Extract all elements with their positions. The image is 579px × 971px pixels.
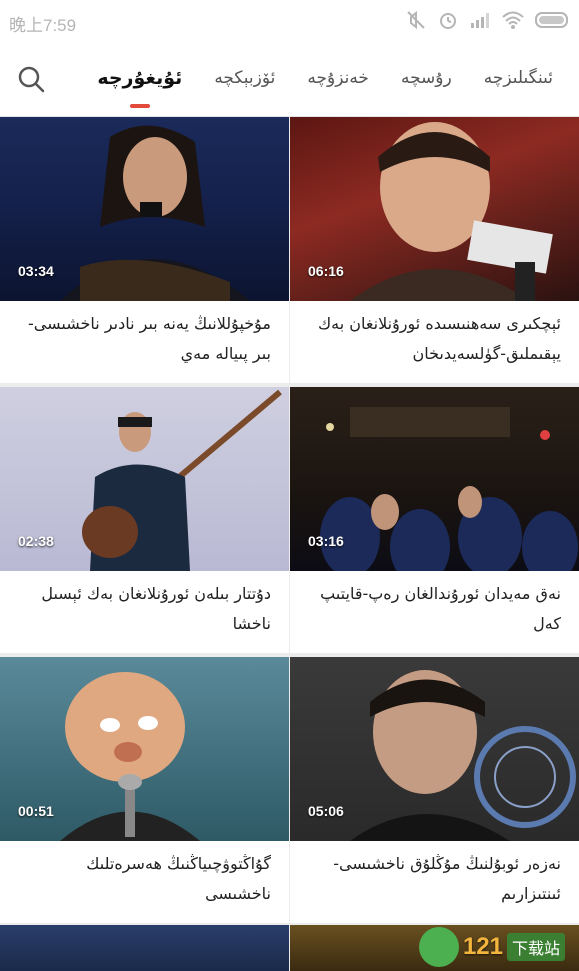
wifi-icon [501,9,525,35]
video-duration: 00:51 [18,803,54,819]
site-logo-icon [418,927,459,967]
language-tabs: ئۇيغۇرچە ئۆزبېكچە خەنزۇچە رۇسچە ئىنگىلىز… [81,62,569,108]
video-duration: 05:06 [308,803,344,819]
mute-icon [405,9,427,35]
watermark-number: 121 [462,933,503,960]
video-card[interactable]: 00:51 گۇاڭتوۋچىياڭنىڭ ھەسرەتلىك ناخشىسى [0,657,289,923]
video-thumbnail[interactable]: 03:34 [0,117,289,301]
video-thumbnail[interactable]: 06:16 [290,117,579,301]
status-bar: 晚上7:59 [0,0,579,44]
watermark: 121 下载站 [418,927,565,967]
battery-icon [535,9,571,35]
video-card[interactable]: 06:16 ئېچكىرى سەھنىسىدە ئورۇنلانغان بەك … [290,117,579,383]
video-card[interactable]: 05:06 نەزەر ئوبۇلنىڭ مۇڭلۇق ناخشىسى-ئىنت… [290,657,579,923]
tab-uzbek[interactable]: ئۆزبېكچە [198,62,291,98]
video-title[interactable]: گۇاڭتوۋچىياڭنىڭ ھەسرەتلىك ناخشىسى [16,849,271,909]
tab-chinese[interactable]: خەنزۇچە [291,62,385,98]
video-title[interactable]: مۇخپۇللانىڭ يەنە بىر نادىر ناخشىسى-بىر پ… [16,309,271,369]
watermark-site: 下载站 [506,933,565,961]
video-title[interactable]: نەق مەيدان ئورۇندالغان رەپ-قايتىپ كەل [306,579,561,639]
video-duration: 02:38 [18,533,54,549]
video-title[interactable]: دۇتتار بىلەن ئورۇنلانغان بەك ئېسىل ناخشا [16,579,271,639]
video-thumbnail[interactable]: 05:06 [290,657,579,841]
video-title[interactable]: ئېچكىرى سەھنىسىدە ئورۇنلانغان بەك يېقىمل… [306,309,561,369]
video-thumbnail[interactable]: 00:51 [0,657,289,841]
tab-russian[interactable]: رۇسچە [385,62,468,98]
partial-row: 121 下载站 [0,922,579,971]
video-thumbnail[interactable] [0,925,289,971]
video-title[interactable]: نەزەر ئوبۇلنىڭ مۇڭلۇق ناخشىسى-ئىنتىزارىم [306,849,561,909]
signal-icon [469,9,491,35]
status-time: 晚上7:59 [9,16,77,35]
video-duration: 03:16 [308,533,344,549]
alarm-icon [437,9,459,35]
status-icons [405,9,571,35]
search-icon[interactable] [16,64,46,94]
tab-english[interactable]: ئىنگىلىزچە [468,62,569,98]
tab-uyghur[interactable]: ئۇيغۇرچە [81,62,198,108]
category-tab-bar: ئۇيغۇرچە ئۆزبېكچە خەنزۇچە رۇسچە ئىنگىلىز… [0,44,579,117]
video-thumbnail[interactable]: 02:38 [0,387,289,571]
video-duration: 03:34 [18,263,54,279]
video-card[interactable]: 03:16 نەق مەيدان ئورۇندالغان رەپ-قايتىپ … [290,387,579,653]
video-card[interactable]: 02:38 دۇتتار بىلەن ئورۇنلانغان بەك ئېسىل… [0,387,289,653]
video-card[interactable]: 03:34 مۇخپۇللانىڭ يەنە بىر نادىر ناخشىسى… [0,117,289,383]
video-thumbnail[interactable]: 03:16 [290,387,579,571]
video-duration: 06:16 [308,263,344,279]
